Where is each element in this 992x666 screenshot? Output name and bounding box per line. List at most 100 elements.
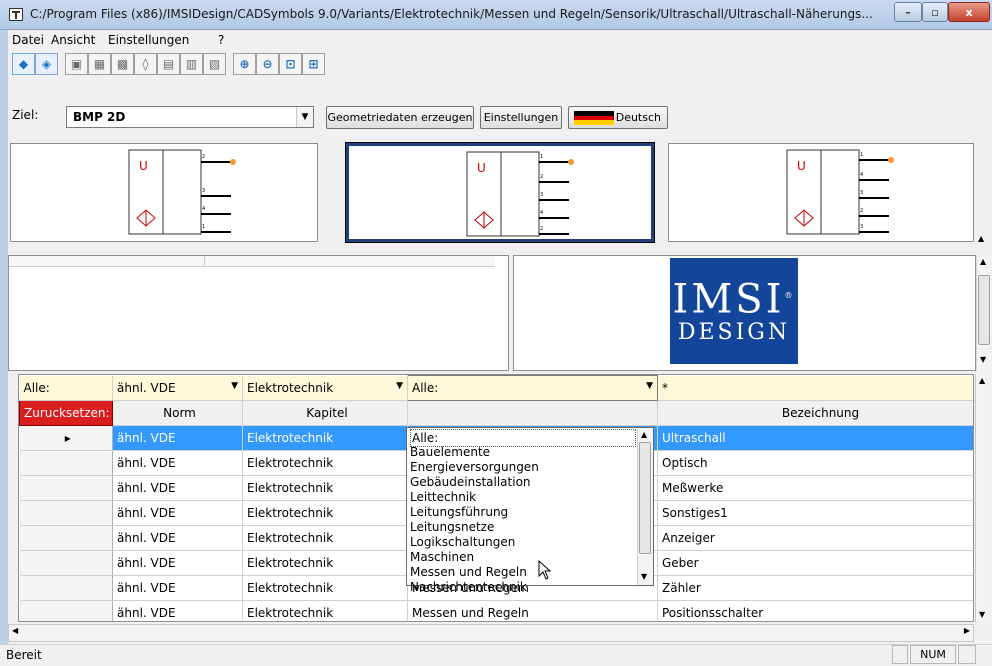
scroll-down-icon[interactable]: ▼	[980, 355, 986, 364]
column-header-sub[interactable]	[407, 400, 658, 426]
german-flag-icon	[574, 111, 614, 125]
svg-text:2: 2	[540, 174, 543, 180]
dropdown-item[interactable]: Maschinen	[410, 549, 474, 565]
grid-horizontal-scrollbar[interactable]: ◀ ▶	[8, 624, 974, 642]
target-combo[interactable]: BMP 2D ▼	[66, 106, 314, 128]
scroll-down-icon[interactable]: ▼	[641, 572, 647, 581]
chevron-down-icon: ▼	[646, 381, 653, 391]
dropdown-item[interactable]: Energieversorgungen	[410, 459, 539, 475]
menu-help[interactable]: ?	[218, 33, 224, 47]
box-wire2-icon[interactable]: ▥	[180, 53, 203, 75]
preview-thumbnail-1[interactable]: U 2 3 4 1	[10, 143, 318, 242]
sensor-symbol-icon: U 1 4 3 2 3	[786, 149, 894, 235]
mouse-cursor-icon	[538, 559, 552, 583]
chevron-down-icon: ▼	[396, 380, 403, 391]
svg-text:4: 4	[540, 210, 543, 216]
filter-bezeichnung[interactable]: *	[657, 375, 973, 401]
svg-text:4: 4	[202, 206, 205, 212]
svg-text:2: 2	[540, 226, 543, 232]
svg-text:3: 3	[860, 224, 863, 230]
dropdown-item[interactable]: Leitungsnetze	[410, 519, 494, 535]
zoom-window-icon[interactable]: ⊡	[279, 53, 302, 75]
dropdown-item[interactable]: Leitungsführung	[410, 504, 508, 520]
box-right-icon[interactable]: ▧	[203, 53, 226, 75]
dropdown-item[interactable]: Logikschaltungen	[410, 534, 515, 550]
filter-kapitel[interactable]: Elektrotechnik ▼	[242, 375, 408, 401]
svg-text:U: U	[797, 159, 806, 173]
svg-text:2: 2	[202, 154, 205, 160]
status-panel	[958, 645, 976, 664]
box-iso-icon[interactable]: ▦	[88, 53, 111, 75]
scroll-left-icon[interactable]: ◀	[12, 626, 18, 635]
chevron-down-icon: ▼	[231, 380, 238, 391]
filter-subkapitel[interactable]: Alle: ▼	[407, 375, 658, 401]
box-front-icon[interactable]: ▣	[65, 53, 88, 75]
scrollbar-thumb[interactable]	[639, 442, 651, 554]
menu-bar: Datei Ansicht Einstellungen ?	[8, 30, 984, 50]
reset-button[interactable]: Zurucksetzen:	[19, 400, 113, 426]
svg-text:1: 1	[540, 154, 543, 160]
svg-text:1: 1	[860, 152, 863, 158]
logo-text-bottom: DESIGN	[677, 319, 791, 345]
dropdown-item[interactable]: Gebäudeinstallation	[410, 474, 531, 490]
cylinder-icon[interactable]: ◊	[134, 53, 157, 75]
maximize-button[interactable]: ▫	[922, 2, 948, 22]
view-3d-icon[interactable]: ◈	[35, 53, 58, 75]
dropdown-item[interactable]: Bauelemente	[410, 444, 490, 460]
zoom-out-icon[interactable]: ⊖	[256, 53, 279, 75]
dropdown-item[interactable]: Nachrichtentechnik	[410, 579, 527, 595]
language-label: Deutsch	[615, 111, 661, 124]
sensor-symbol-icon: U 2 3 4 1	[128, 149, 236, 235]
grid-vertical-scrollbar[interactable]: ▲ ▼	[975, 374, 991, 622]
svg-text:3: 3	[860, 190, 863, 196]
subkapitel-dropdown-list[interactable]: Alle: Bauelemente Energieversorgungen Ge…	[406, 427, 654, 594]
language-button[interactable]: Deutsch	[568, 106, 668, 129]
chevron-down-icon[interactable]: ▼	[296, 107, 313, 127]
view-2d-icon[interactable]: ◆	[12, 53, 35, 75]
num-lock-indicator: NUM	[910, 645, 956, 664]
preview-thumbnail-2[interactable]: U 1 2 3 4 2	[345, 142, 655, 243]
close-button[interactable]: x	[948, 2, 990, 22]
column-header-kapitel[interactable]: Kapitel	[242, 400, 408, 426]
scroll-up-icon[interactable]: ▲	[979, 376, 985, 385]
preview-thumbnail-3[interactable]: U 1 4 3 2 3	[668, 143, 974, 242]
settings-button[interactable]: Einstellungen	[480, 106, 562, 129]
scroll-up-icon[interactable]: ▲	[980, 257, 986, 266]
scroll-down-icon[interactable]: ▼	[979, 610, 985, 619]
zoom-in-icon[interactable]: ⊕	[233, 53, 256, 75]
minimize-button[interactable]: –	[894, 2, 922, 22]
svg-text:2: 2	[860, 208, 863, 214]
svg-text:3: 3	[202, 188, 205, 194]
svg-text:4: 4	[860, 172, 863, 178]
status-bar	[0, 644, 992, 666]
status-panel	[892, 645, 908, 664]
properties-panel	[8, 255, 509, 371]
menu-ansicht[interactable]: Ansicht	[51, 33, 95, 47]
menu-datei[interactable]: Datei	[12, 33, 44, 47]
scroll-right-icon[interactable]: ▶	[964, 626, 970, 635]
zoom-fit-icon[interactable]: ⊞	[302, 53, 325, 75]
target-value: BMP 2D	[73, 110, 126, 124]
box-wire-icon[interactable]: ▤	[157, 53, 180, 75]
box-shaded-icon[interactable]: ▩	[111, 53, 134, 75]
column-header-bezeichnung[interactable]: Bezeichnung	[657, 400, 973, 426]
generate-geometry-button[interactable]: Geometriedaten erzeugen	[326, 106, 474, 129]
imsi-design-logo: IMSI® DESIGN	[670, 258, 798, 364]
svg-text:1: 1	[202, 224, 205, 230]
column-header-norm[interactable]: Norm	[112, 400, 243, 426]
app-icon[interactable]	[9, 8, 23, 21]
scrollbar-thumb[interactable]	[978, 275, 990, 345]
dropdown-item[interactable]: Leittechnik	[410, 489, 476, 505]
menu-einstellungen[interactable]: Einstellungen	[108, 33, 189, 47]
scroll-up-icon[interactable]: ▲	[641, 430, 647, 439]
scroll-up-icon[interactable]: ▲	[978, 234, 984, 243]
dropdown-item[interactable]: Messen und Regeln	[410, 564, 527, 580]
toolbar: ◆ ◈ ▣ ▦ ▩ ◊ ▤ ▥ ▧ ⊕ ⊖ ⊡ ⊞	[12, 51, 408, 79]
filter-norm[interactable]: ähnl. VDE ▼	[112, 375, 243, 401]
svg-text:U: U	[139, 159, 148, 173]
logo-text-top: IMSI	[672, 276, 785, 323]
window-title: C:/Program Files (x86)/IMSIDesign/CADSym…	[30, 7, 873, 21]
dropdown-scrollbar[interactable]: ▲ ▼	[637, 428, 653, 585]
logo-vertical-scrollbar[interactable]: ▲ ▼	[976, 255, 991, 371]
table-row[interactable]: ähnl. VDE Elektrotechnik Messen und Rege…	[19, 600, 973, 621]
